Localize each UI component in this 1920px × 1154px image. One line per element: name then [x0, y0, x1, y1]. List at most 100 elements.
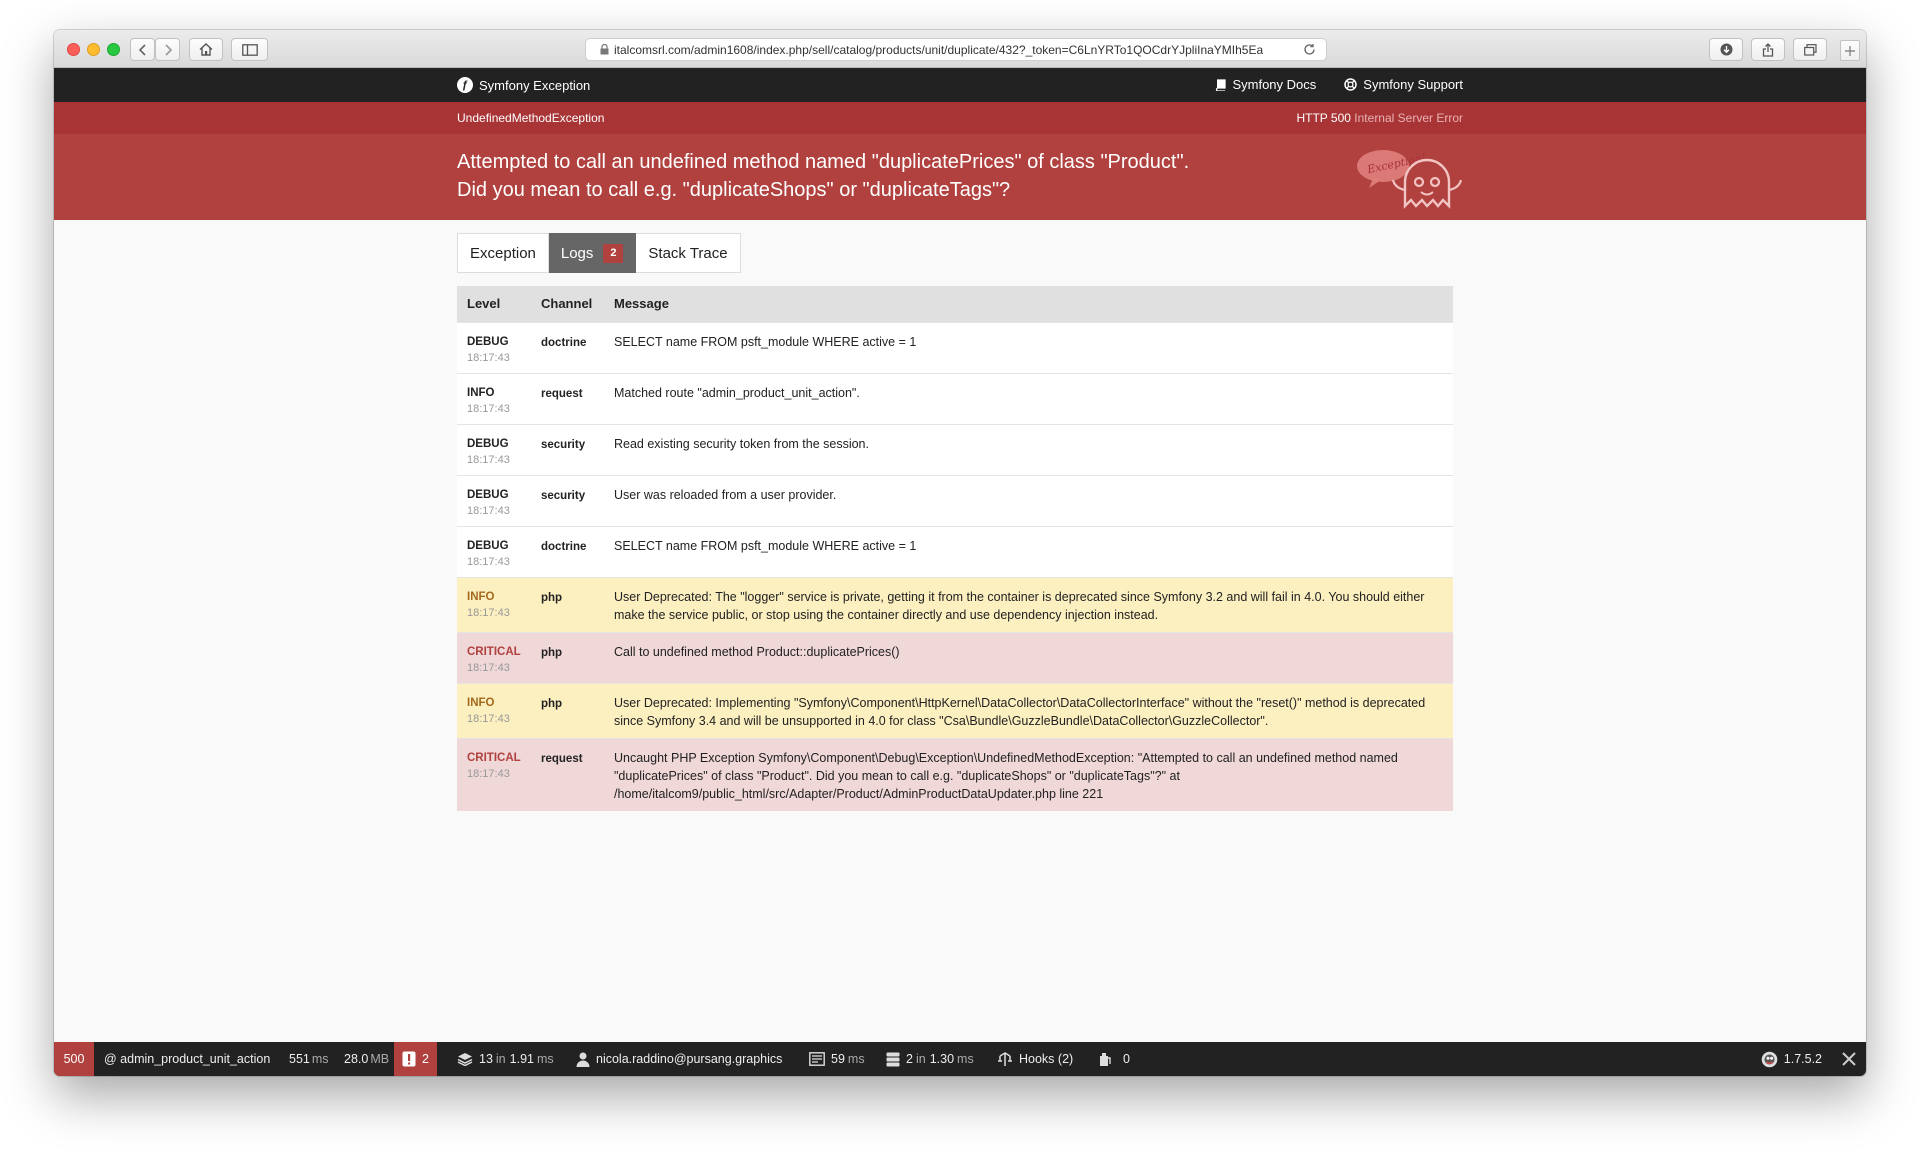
log-message: User was reloaded from a user provider. — [604, 474, 1453, 526]
memory-panel[interactable]: 28.0 MB — [344, 1042, 389, 1076]
share-button[interactable] — [1751, 38, 1785, 61]
log-level: INFO — [467, 696, 495, 709]
symfony-logo-icon: ƒ — [457, 77, 473, 93]
new-tab-button[interactable] — [1840, 40, 1860, 61]
table-row: INFO 18:17:43 php User Deprecated: The "l… — [457, 576, 1453, 632]
exception-summary-bar: UndefinedMethodException HTTP 500 Intern… — [54, 102, 1866, 134]
tab-exception[interactable]: Exception — [457, 233, 549, 273]
header-level: Level — [457, 286, 531, 322]
log-time: 18:17:43 — [467, 402, 510, 415]
debug-toolbar: 500 @ admin_product_unit_action 551 ms 2… — [54, 1042, 1866, 1076]
docs-label: Symfony Docs — [1232, 77, 1317, 92]
tabs-overview-button[interactable] — [1793, 38, 1827, 61]
tab-logs[interactable]: Logs 2 — [548, 233, 637, 273]
tabs-icon — [1803, 43, 1817, 56]
log-channel: security — [541, 438, 586, 451]
log-time: 18:17:43 — [467, 661, 510, 674]
log-message: SELECT name FROM psft_module WHERE activ… — [604, 321, 1453, 373]
forward-button[interactable] — [155, 38, 180, 61]
exception-message-panel: Attempted to call an undefined method na… — [54, 134, 1866, 220]
page-icon — [809, 1052, 825, 1066]
table-row: INFO 18:17:43 php User Deprecated: Implem… — [457, 682, 1453, 738]
memory-usage: 28.0 — [344, 1052, 369, 1066]
status-code-badge[interactable]: 500 — [54, 1042, 94, 1076]
errors-panel[interactable]: 2 — [394, 1042, 437, 1076]
user-panel[interactable]: nicola.raddino@pursang.graphics — [576, 1042, 782, 1076]
log-level: DEBUG — [467, 539, 509, 552]
timing-panel[interactable]: 551 ms — [289, 1042, 329, 1076]
url-text: italcomsrl.com/admin1608/index.php/sell/… — [614, 42, 1264, 57]
events-panel[interactable]: 13 in 1.91 ms — [457, 1042, 554, 1076]
log-level: DEBUG — [467, 335, 509, 348]
log-message: User Deprecated: The "logger" service is… — [604, 576, 1453, 632]
db-time-unit: ms — [957, 1052, 974, 1066]
symfony-support-link[interactable]: Symfony Support — [1344, 77, 1463, 92]
header-message: Message — [604, 286, 1453, 322]
log-time: 18:17:43 — [467, 555, 510, 568]
log-time: 18:17:43 — [467, 606, 510, 619]
close-icon — [1842, 1052, 1856, 1066]
chevron-left-icon — [138, 43, 146, 56]
layers-icon — [457, 1053, 473, 1066]
zoom-window-button[interactable] — [107, 43, 120, 56]
hooks-panel[interactable]: Hooks (2) — [997, 1042, 1073, 1076]
route-panel[interactable]: @ admin_product_unit_action — [104, 1042, 270, 1076]
table-row: DEBUG 18:17:43 doctrine SELECT name FROM … — [457, 525, 1453, 577]
log-message: Call to undefined method Product::duplic… — [604, 631, 1453, 683]
minimize-window-button[interactable] — [87, 43, 100, 56]
exception-message: Attempted to call an undefined method na… — [457, 148, 1189, 204]
log-level: DEBUG — [467, 437, 509, 450]
close-window-button[interactable] — [67, 43, 80, 56]
close-toolbar-button[interactable] — [1832, 1042, 1866, 1076]
log-channel: doctrine — [541, 336, 587, 349]
log-time: 18:17:43 — [467, 453, 510, 466]
download-icon — [1720, 43, 1732, 56]
reload-icon[interactable] — [1303, 43, 1316, 56]
modules-panel[interactable]: 0 — [1099, 1042, 1130, 1076]
tab-stack-trace[interactable]: Stack Trace — [636, 233, 741, 273]
table-row: INFO 18:17:43 request Matched route "admi… — [457, 372, 1453, 424]
lifebuoy-icon — [1344, 78, 1358, 91]
page-time-panel[interactable]: 59 ms — [809, 1042, 865, 1076]
db-time: 1.30 — [929, 1052, 955, 1066]
log-level: CRITICAL — [467, 645, 521, 658]
request-time: 551 — [289, 1052, 310, 1066]
symfony-docs-link[interactable]: Symfony Docs — [1215, 77, 1316, 92]
browser-window: italcomsrl.com/admin1608/index.php/sell/… — [54, 30, 1866, 1076]
errors-count: 2 — [422, 1052, 429, 1066]
exclamation-icon — [402, 1051, 416, 1067]
tab-stack-trace-label: Stack Trace — [648, 244, 728, 262]
table-row: DEBUG 18:17:43 doctrine SELECT name FROM … — [457, 321, 1453, 373]
log-message: Uncaught PHP Exception Symfony\Component… — [604, 737, 1453, 811]
request-time-unit: ms — [311, 1052, 329, 1066]
events-count: 13 — [479, 1052, 493, 1066]
back-button[interactable] — [130, 38, 155, 61]
log-channel: php — [541, 591, 563, 604]
log-message: SELECT name FROM psft_module WHERE activ… — [604, 525, 1453, 577]
symfony-header: ƒ Symfony Exception Symfony Docs Symfony… — [54, 68, 1866, 102]
status-code: 500 — [63, 1052, 85, 1066]
home-button[interactable] — [189, 38, 223, 61]
table-row: CRITICAL 18:17:43 php Call to undefined m… — [457, 631, 1453, 683]
exception-tabs: Exception Logs 2 Stack Trace — [457, 233, 741, 273]
events-time-unit: ms — [536, 1052, 554, 1066]
table-row: DEBUG 18:17:43 security User was reloaded… — [457, 474, 1453, 526]
tab-exception-label: Exception — [470, 244, 536, 262]
user-email: nicola.raddino@pursang.graphics — [596, 1052, 783, 1066]
user-icon — [576, 1052, 590, 1067]
exception-message-line-2: Did you mean to call e.g. "duplicateShop… — [457, 179, 1011, 201]
database-panel[interactable]: 2 in 1.30 ms — [886, 1042, 974, 1076]
log-level: INFO — [467, 590, 495, 603]
sidebar-toggle-button[interactable] — [231, 38, 268, 61]
share-icon — [1762, 42, 1774, 57]
log-level: CRITICAL — [467, 751, 521, 764]
book-icon — [1216, 78, 1227, 91]
downloads-button[interactable] — [1709, 38, 1743, 61]
brand-label: Symfony Exception — [479, 77, 591, 93]
address-bar[interactable]: italcomsrl.com/admin1608/index.php/sell/… — [585, 38, 1327, 61]
symfony-brand[interactable]: ƒ Symfony Exception — [457, 77, 590, 93]
modules-count: 0 — [1123, 1052, 1130, 1066]
log-time: 18:17:43 — [467, 504, 510, 517]
version-panel[interactable]: 1.7.5.2 — [1761, 1042, 1822, 1076]
plus-icon — [1845, 45, 1855, 56]
